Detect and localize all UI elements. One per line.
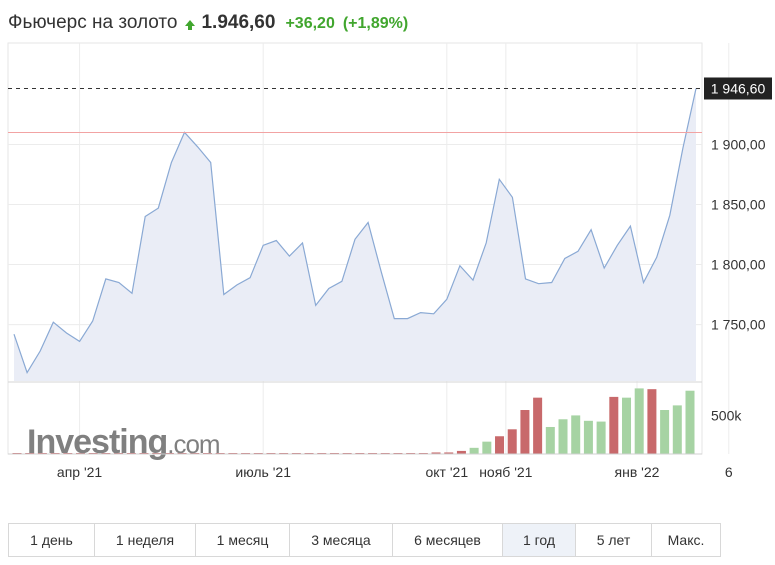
period-tabs: 1 день 1 неделя 1 месяц 3 месяца 6 месяц… [8,523,721,557]
volume-bar [507,429,517,454]
x-tick-label: нояб '21 [479,464,532,480]
volume-bar [596,421,606,454]
volume-bar [558,419,568,454]
volume-tick-label: 500k [711,407,742,423]
volume-bar [660,410,670,454]
last-price-tag-label: 1 946,60 [711,80,766,96]
tab-6-months[interactable]: 6 месяцев [393,524,503,556]
tab-3-months[interactable]: 3 месяца [290,524,393,556]
y-tick-label: 1 800,00 [711,257,766,273]
tab-1-day[interactable]: 1 день [9,524,95,556]
y-tick-label: 1 900,00 [711,136,766,152]
tab-5-years[interactable]: 5 лет [576,524,652,556]
volume-bar [583,420,593,454]
volume-bar [482,441,492,454]
x-tick-label: янв '22 [615,464,660,480]
volume-bar [495,436,505,454]
tab-1-week[interactable]: 1 неделя [95,524,196,556]
volume-bar [622,397,632,454]
volume-bar [634,388,644,454]
x-tick-label: 6 [725,464,733,480]
investing-watermark: Investing.com [27,423,220,461]
tab-1-month[interactable]: 1 месяц [196,524,290,556]
tab-max[interactable]: Макс. [652,524,720,556]
volume-bar [533,397,543,454]
volume-bar [672,405,682,454]
volume-bar [545,426,555,454]
y-tick-label: 1 850,00 [711,196,766,212]
volume-bar [685,390,695,454]
x-tick-label: июль '21 [235,464,291,480]
x-tick-label: окт '21 [425,464,468,480]
volume-bar [571,415,581,454]
tab-1-year[interactable]: 1 год [503,524,576,556]
y-tick-label: 1 750,00 [711,317,766,333]
volume-bar [520,410,530,454]
volume-bar [647,389,657,454]
volume-bar [469,447,479,454]
volume-bar [609,396,619,454]
x-tick-label: апр '21 [57,464,103,480]
price-chart[interactable]: 1 900,00 1 850,00 1 800,00 1 750,00 1 946,60… [0,0,775,520]
